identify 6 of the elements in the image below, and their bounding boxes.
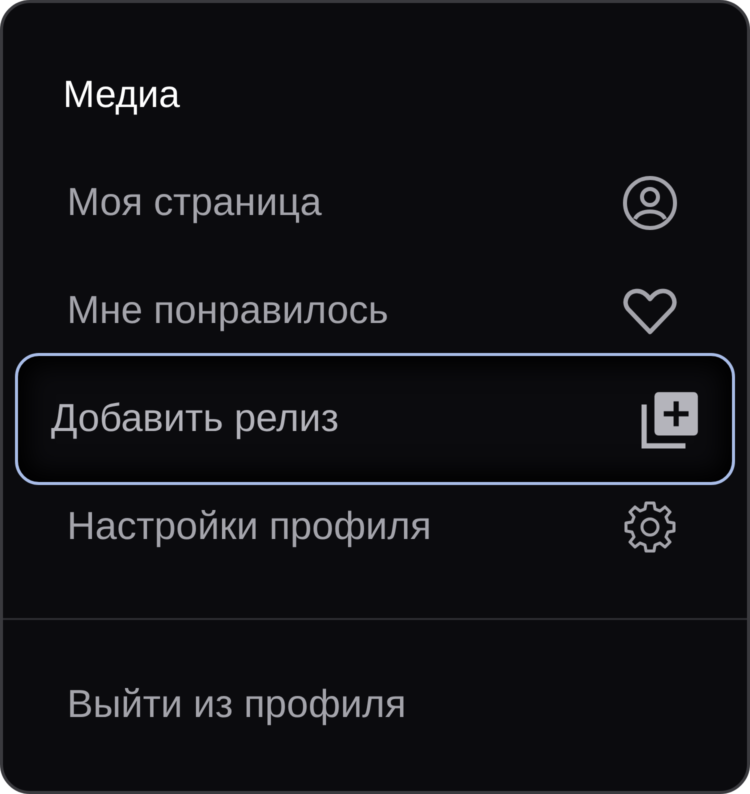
settings-icon [622,499,678,555]
menu-title: Медиа [62,73,181,118]
logout-item[interactable]: Выйти из профиля [3,651,406,759]
menu-item[interactable]: Моя страница [15,149,735,257]
user-icon [622,175,678,231]
menu-item[interactable]: Добавить релиз [15,353,735,485]
